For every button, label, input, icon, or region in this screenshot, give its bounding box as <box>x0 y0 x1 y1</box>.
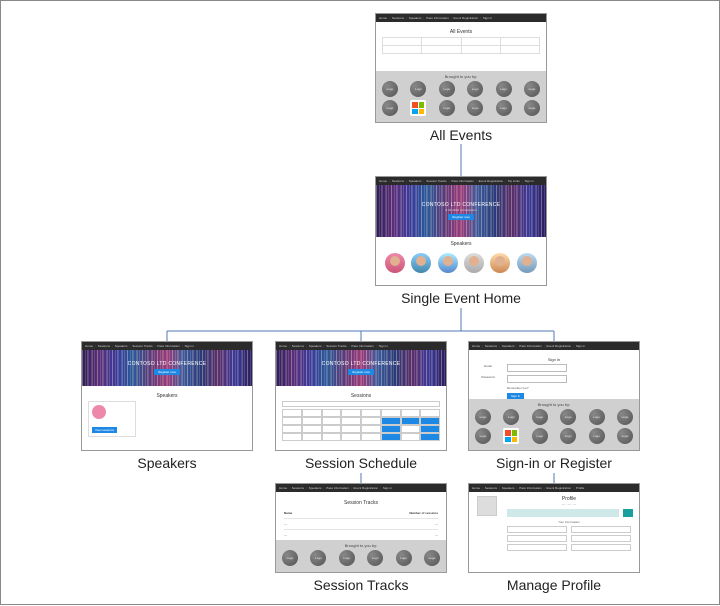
node-label: Session Tracks <box>275 577 447 593</box>
email-field <box>507 364 567 372</box>
view-sessions-button: View sessions <box>92 427 117 433</box>
thumb-profile: Home| Sessions| Speakers| Pass Informati… <box>468 483 640 573</box>
section-title: Speakers <box>376 241 546 247</box>
section-title: Speakers <box>88 393 246 399</box>
thumb-tracks: Home| Sessions| Speakers| Pass Informati… <box>275 483 447 573</box>
node-signin-register[interactable]: Home| Sessions| Speakers| Pass Informati… <box>468 341 640 471</box>
node-label: Sign-in or Register <box>468 455 640 471</box>
thumb-nav: Home| Sessions| Speakers| Pass Informati… <box>376 14 546 22</box>
node-label: Manage Profile <box>468 577 640 593</box>
microsoft-logo <box>410 100 426 116</box>
node-label: Session Schedule <box>275 455 447 471</box>
node-all-events[interactable]: Home| Sessions| Speakers| Pass Informati… <box>375 13 547 143</box>
avatar <box>92 405 106 419</box>
thumb-signin: Home| Sessions| Speakers| Pass Informati… <box>468 341 640 451</box>
node-single-event-home[interactable]: Home| Sessions| Speakers| Session Tracks… <box>375 176 547 306</box>
speaker-card: View sessions <box>88 401 136 437</box>
password-field <box>507 375 567 383</box>
node-label: All Events <box>375 127 547 143</box>
info-banner <box>507 509 619 517</box>
events-table <box>382 37 540 54</box>
speaker-avatars <box>376 249 546 279</box>
node-label: Single Event Home <box>375 290 547 306</box>
node-session-tracks[interactable]: Home| Sessions| Speakers| Pass Informati… <box>275 483 447 593</box>
node-label: Speakers <box>81 455 253 471</box>
register-button: Register now <box>448 214 474 220</box>
page-title: All Events <box>382 29 540 35</box>
node-session-schedule[interactable]: Home| Sessions| Speakers| Session Tracks… <box>275 341 447 471</box>
thumb-single-event: Home| Sessions| Speakers| Session Tracks… <box>375 176 547 286</box>
schedule-grid <box>282 409 440 441</box>
node-manage-profile[interactable]: Home| Sessions| Speakers| Pass Informati… <box>468 483 640 593</box>
node-speakers[interactable]: Home| Sessions| Speakers| Session Tracks… <box>81 341 253 471</box>
page-title: Sign in <box>475 357 633 362</box>
profile-avatar <box>477 496 497 516</box>
sponsor-logo: Logo <box>382 81 398 97</box>
sponsor-title: Brought to you by: <box>382 74 540 79</box>
hero-subtitle: 6.24.2019 | Amsterdam <box>446 208 477 212</box>
page-title: Session Tracks <box>284 500 438 506</box>
thumb-all-events: Home| Sessions| Speakers| Pass Informati… <box>375 13 547 123</box>
thumb-speakers: Home| Sessions| Speakers| Session Tracks… <box>81 341 253 451</box>
section-title: Sessions <box>282 393 440 399</box>
thumb-schedule: Home| Sessions| Speakers| Session Tracks… <box>275 341 447 451</box>
